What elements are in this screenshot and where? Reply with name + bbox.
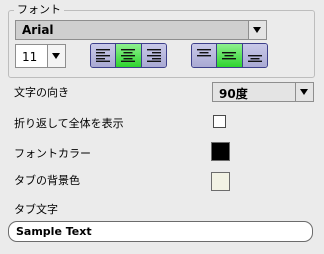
align-top-icon <box>197 49 212 57</box>
align-bottom-button[interactable] <box>242 44 267 67</box>
font-size-combo[interactable]: 11 <box>15 44 66 68</box>
align-center-icon <box>121 49 136 62</box>
wrap-checkbox[interactable] <box>213 115 226 128</box>
tab-bg-color-swatch[interactable] <box>211 172 230 191</box>
chevron-down-icon <box>253 27 261 33</box>
align-left-button[interactable] <box>91 44 117 67</box>
font-name-dropdown-arrow[interactable] <box>248 21 266 39</box>
align-top-button[interactable] <box>192 44 218 67</box>
tab-text-field[interactable] <box>8 221 313 242</box>
text-direction-dropdown-arrow[interactable] <box>295 83 313 101</box>
font-color-swatch[interactable] <box>211 142 230 161</box>
font-name-dropdown[interactable]: Arial <box>15 20 267 40</box>
align-bottom-icon <box>247 55 262 62</box>
vertical-align-group <box>191 43 268 68</box>
wrap-label: 折り返して全体を表示 <box>14 117 124 130</box>
align-right-icon <box>146 49 161 62</box>
font-group-legend: フォント <box>14 3 64 17</box>
text-direction-value: 90度 <box>219 87 248 101</box>
tab-bg-label: タブの背景色 <box>14 174 80 187</box>
align-right-button[interactable] <box>141 44 166 67</box>
align-middle-icon <box>222 52 237 60</box>
chevron-down-icon <box>52 53 60 59</box>
font-size-value: 11 <box>22 50 38 64</box>
font-size-dropdown-arrow[interactable] <box>47 45 65 67</box>
tab-text-label: タブ文字 <box>14 203 58 216</box>
text-direction-label: 文字の向き <box>14 86 69 99</box>
text-direction-dropdown[interactable]: 90度 <box>212 82 314 102</box>
font-name-value: Arial <box>22 23 54 37</box>
tab-text-input[interactable] <box>16 224 306 239</box>
align-left-icon <box>96 49 111 62</box>
align-center-button[interactable] <box>116 44 142 67</box>
chevron-down-icon <box>300 89 308 95</box>
align-middle-button[interactable] <box>217 44 243 67</box>
horizontal-align-group <box>90 43 167 68</box>
font-color-label: フォントカラー <box>14 147 91 160</box>
